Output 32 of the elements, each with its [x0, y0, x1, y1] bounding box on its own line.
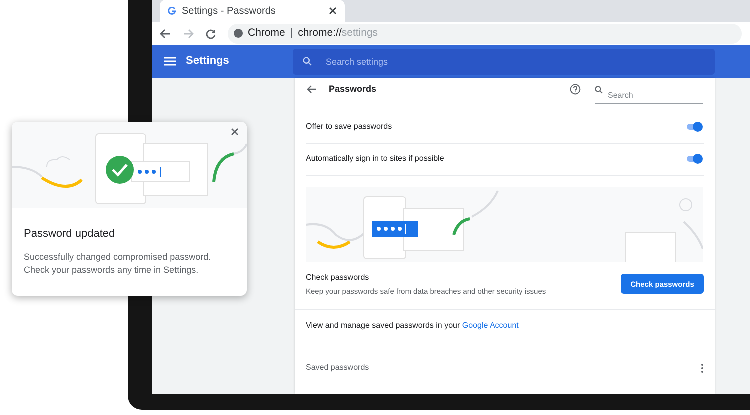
url-separator: | [290, 26, 294, 41]
close-icon[interactable] [329, 7, 337, 15]
popup-title: Password updated [24, 227, 116, 242]
more-options-icon[interactable] [701, 364, 704, 372]
search-icon [303, 56, 312, 66]
menu-icon[interactable] [164, 57, 176, 66]
google-logo-icon [168, 7, 176, 15]
password-search-field[interactable]: Search [595, 88, 703, 104]
close-icon[interactable] [231, 128, 239, 136]
browser-tab[interactable]: Settings - Passwords [160, 0, 345, 22]
google-account-link[interactable]: Google Account [462, 321, 519, 330]
url-scheme: chrome:// [298, 26, 342, 41]
reload-icon[interactable] [206, 28, 216, 39]
check-passwords-title: Check passwords [306, 272, 370, 284]
settings-title: Settings [186, 54, 230, 70]
address-bar[interactable]: Chrome | chrome://settings [228, 24, 742, 44]
site-label: Chrome [248, 26, 286, 41]
back-arrow-icon[interactable] [307, 85, 317, 94]
tab-title: Settings - Passwords [182, 4, 277, 18]
toggle-switch[interactable] [687, 154, 703, 164]
search-settings-field[interactable]: Search settings [293, 48, 715, 75]
setting-label: Offer to save passwords [306, 121, 394, 134]
manage-passwords-text: View and manage saved passwords in your Google Account [306, 320, 519, 332]
toggle-switch[interactable] [687, 122, 703, 132]
saved-passwords-heading: Saved passwords [306, 362, 370, 374]
search-icon [595, 86, 603, 94]
help-icon[interactable] [570, 84, 581, 96]
setting-label: Automatically sign in to sites if possible [306, 153, 446, 166]
url-path: settings [342, 26, 378, 41]
page-title: Passwords [329, 83, 378, 96]
back-arrow-icon[interactable] [160, 28, 171, 39]
popup-message: Successfully changed compromised password. Check your passwords any time in Settings. [24, 250, 212, 276]
